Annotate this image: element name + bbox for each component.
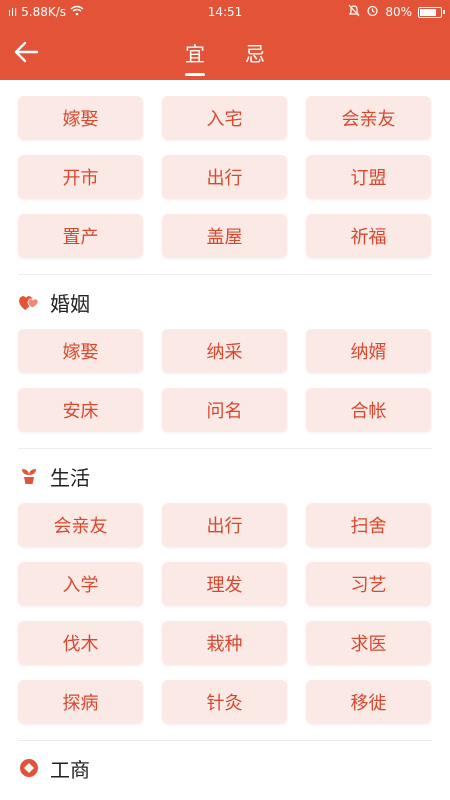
activity-chip[interactable]: 求医 xyxy=(306,621,431,665)
activity-chip[interactable]: 嫁娶 xyxy=(18,96,143,140)
activity-chip[interactable]: 嫁娶 xyxy=(18,329,143,373)
activity-chip[interactable]: 习艺 xyxy=(306,562,431,606)
activity-chip[interactable]: 问名 xyxy=(162,388,287,432)
network-speed: 5.88K/s xyxy=(21,5,67,19)
marriage-grid: 嫁娶 纳采 纳婿 安床 问名 合帐 xyxy=(18,329,432,432)
activity-chip[interactable]: 探病 xyxy=(18,680,143,724)
bell-off-icon xyxy=(348,4,360,20)
activity-chip[interactable]: 出行 xyxy=(162,155,287,199)
battery-percent: 80% xyxy=(385,5,412,19)
tab-bar: 宜 忌 xyxy=(183,24,267,80)
activity-chip[interactable]: 订盟 xyxy=(306,155,431,199)
activity-chip[interactable]: 纳采 xyxy=(162,329,287,373)
activity-chip[interactable]: 会亲友 xyxy=(18,503,143,547)
section-title: 生活 xyxy=(50,465,90,490)
activity-chip[interactable]: 盖屋 xyxy=(162,214,287,258)
activity-chip[interactable]: 安床 xyxy=(18,388,143,432)
alarm-icon xyxy=(366,4,379,20)
section-title: 工商 xyxy=(50,757,90,782)
status-bar: ıll 5.88K/s 14:51 80% xyxy=(0,0,450,24)
section-title: 婚姻 xyxy=(50,291,90,316)
activity-chip[interactable]: 出行 xyxy=(162,503,287,547)
section-header-marriage: 婚姻 xyxy=(18,275,432,329)
section-header-business: 工商 xyxy=(18,741,432,795)
top-group-grid: 嫁娶 入宅 会亲友 开市 出行 订盟 置产 盖屋 祈福 xyxy=(18,96,432,258)
activity-chip[interactable]: 栽种 xyxy=(162,621,287,665)
main-content: 嫁娶 入宅 会亲友 开市 出行 订盟 置产 盖屋 祈福 婚姻 嫁娶 纳采 纳婿 … xyxy=(0,80,450,795)
top-nav-bar: 宜 忌 xyxy=(0,24,450,80)
activity-chip[interactable]: 祈福 xyxy=(306,214,431,258)
activity-chip[interactable]: 开市 xyxy=(18,155,143,199)
activity-chip[interactable]: 置产 xyxy=(18,214,143,258)
back-button[interactable] xyxy=(6,32,46,72)
activity-chip[interactable]: 伐木 xyxy=(18,621,143,665)
wifi-icon xyxy=(70,5,84,19)
activity-chip[interactable]: 针灸 xyxy=(162,680,287,724)
activity-chip[interactable]: 理发 xyxy=(162,562,287,606)
activity-chip[interactable]: 移徙 xyxy=(306,680,431,724)
activity-chip[interactable]: 纳婿 xyxy=(306,329,431,373)
activity-chip[interactable]: 入宅 xyxy=(162,96,287,140)
activity-chip[interactable]: 合帐 xyxy=(306,388,431,432)
tab-yi[interactable]: 宜 xyxy=(183,24,207,80)
activity-chip[interactable]: 入学 xyxy=(18,562,143,606)
battery-icon xyxy=(418,6,445,18)
section-header-life: 生活 xyxy=(18,449,432,503)
tab-ji[interactable]: 忌 xyxy=(243,24,267,80)
arrow-left-icon xyxy=(14,41,39,63)
activity-chip[interactable]: 会亲友 xyxy=(306,96,431,140)
signal-icon: ıll xyxy=(8,5,18,19)
activity-chip[interactable]: 扫舍 xyxy=(306,503,431,547)
life-grid: 会亲友 出行 扫舍 入学 理发 习艺 伐木 栽种 求医 探病 针灸 移徙 xyxy=(18,503,432,724)
sprout-icon xyxy=(18,465,40,487)
diamond-icon xyxy=(18,757,40,779)
heart-icon xyxy=(18,291,40,313)
